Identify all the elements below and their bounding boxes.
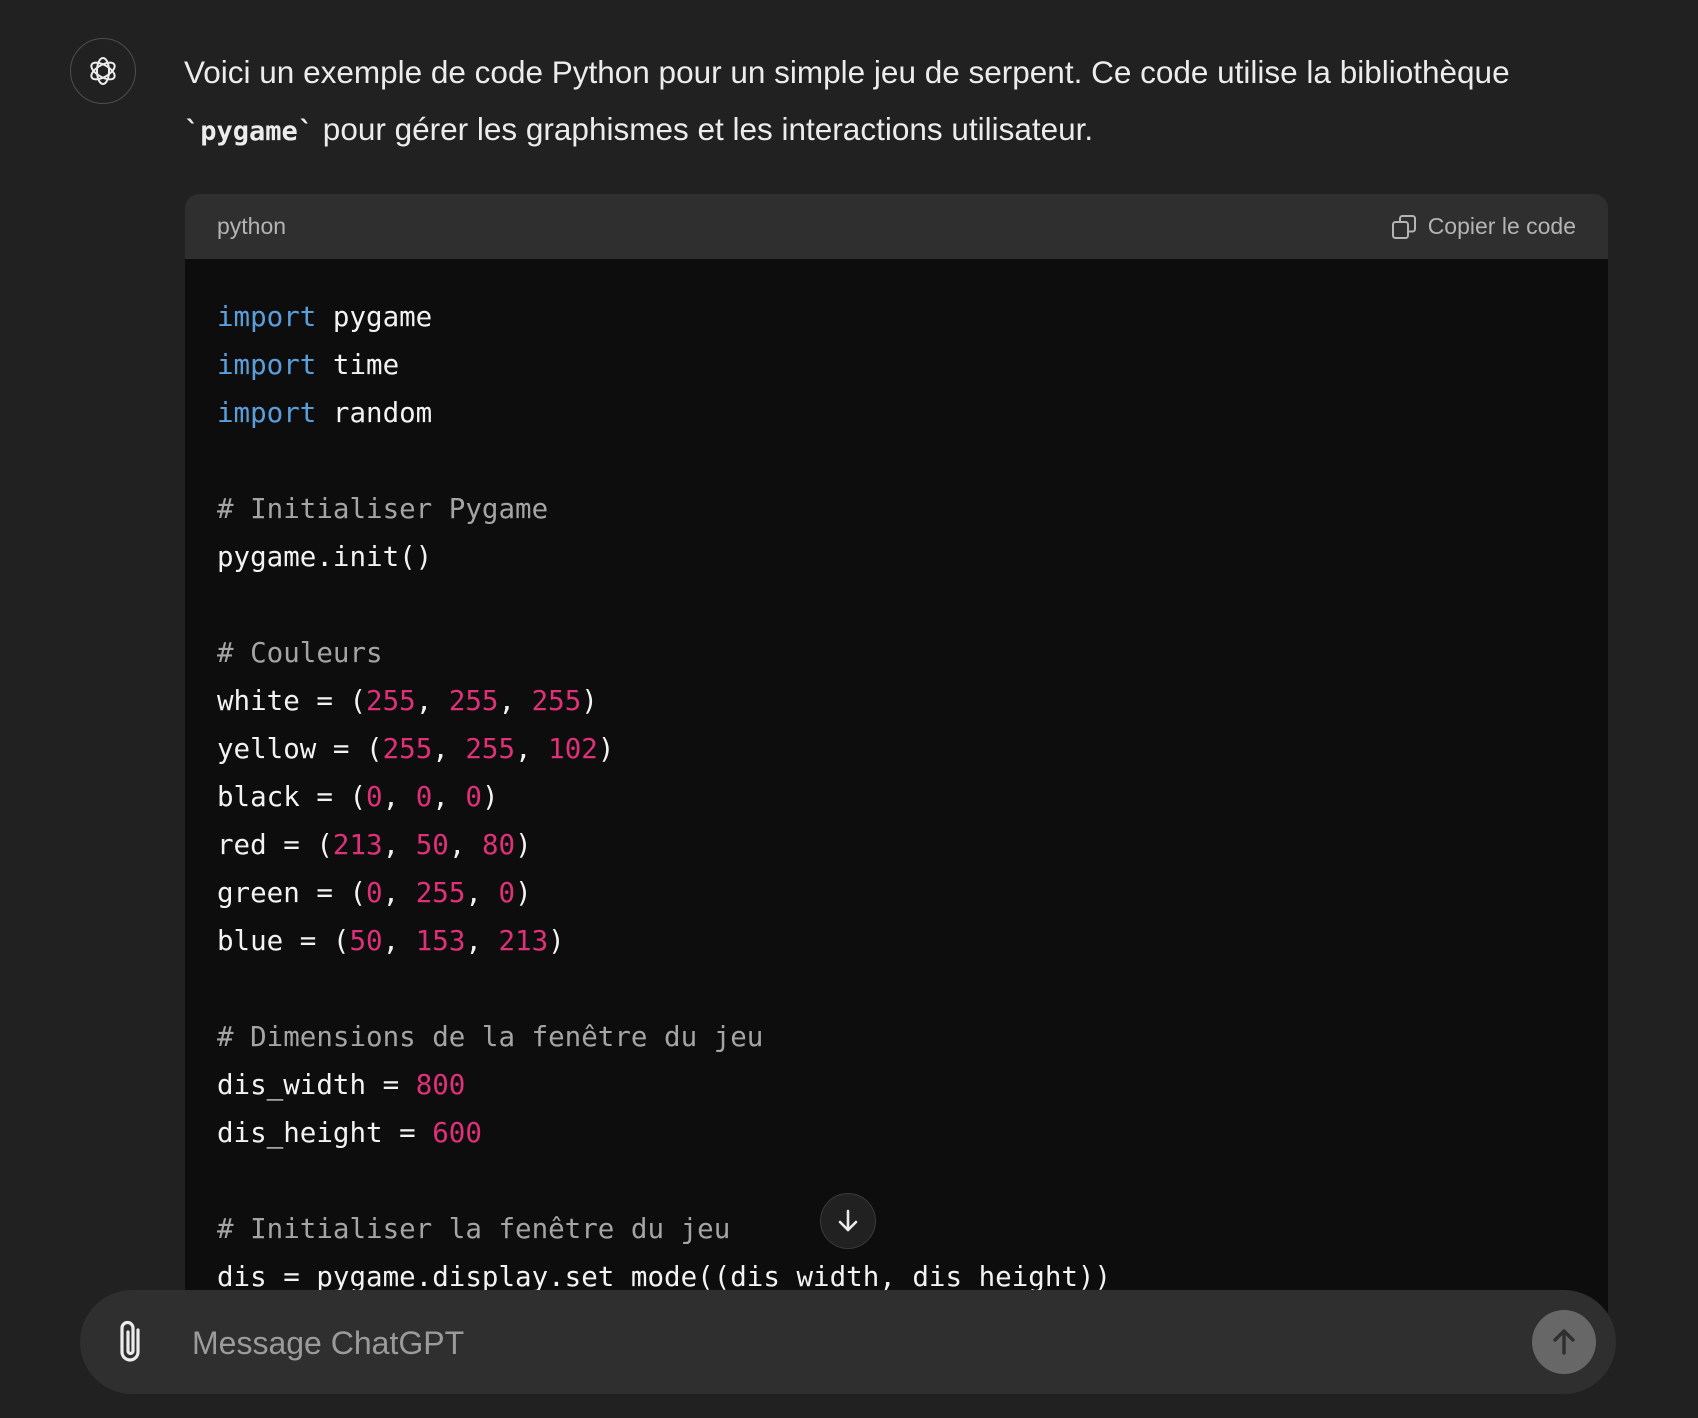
code-line: dis_height = 600: [217, 1109, 1576, 1157]
code-comment: # Initialiser Pygame: [217, 493, 549, 525]
scroll-to-bottom-button[interactable]: [820, 1193, 876, 1249]
code-number: 255: [366, 685, 416, 717]
message-text-part1: Voici un exemple de code Python pour un …: [184, 54, 1510, 90]
code-number: 0: [366, 877, 383, 909]
code-line: blue = (50, 153, 213): [217, 917, 1576, 965]
code-line: red = (213, 50, 80): [217, 821, 1576, 869]
message-input[interactable]: [190, 1312, 1444, 1374]
code-number: 213: [498, 925, 549, 957]
code-keyword: import: [217, 397, 317, 429]
code-number: 255: [448, 685, 499, 717]
code-block: python Copier le code import pygame impor…: [185, 194, 1608, 1324]
code-line: green = (0, 255, 0): [217, 869, 1576, 917]
code-number: 80: [481, 829, 516, 861]
send-button[interactable]: [1532, 1310, 1596, 1374]
code-text: ,: [498, 685, 532, 717]
copy-code-button[interactable]: Copier le code: [1390, 213, 1576, 241]
code-text: red = (: [217, 829, 333, 861]
code-number: 255: [382, 733, 433, 765]
copy-icon: [1391, 214, 1416, 239]
code-text: ,: [382, 877, 416, 909]
code-number: 0: [366, 781, 383, 813]
code-text: dis = pygame.display.set_mode((dis_width…: [217, 1261, 1112, 1293]
message-text-part2: pour gérer les graphismes et les interac…: [314, 111, 1094, 147]
code-number: 0: [498, 877, 516, 909]
code-text: ,: [448, 829, 482, 861]
code-number: 50: [349, 925, 383, 957]
openai-logo-icon: [90, 57, 116, 85]
code-line: pygame.init(): [217, 533, 1576, 581]
code-comment: # Couleurs: [217, 637, 383, 669]
code-line: # Couleurs: [217, 629, 1576, 677]
code-text: ,: [382, 781, 416, 813]
code-line: # Dimensions de la fenêtre du jeu: [217, 1013, 1576, 1061]
code-number: 255: [415, 877, 466, 909]
code-line: # Initialiser Pygame: [217, 485, 1576, 533]
code-keyword: import: [217, 301, 317, 333]
code-line: import pygame: [217, 293, 1576, 341]
code-text: ,: [432, 733, 466, 765]
code-text: black = (: [217, 781, 367, 813]
code-text: ,: [415, 685, 449, 717]
code-text: dis_height =: [217, 1117, 433, 1149]
code-text: ,: [465, 925, 499, 957]
code-number: 255: [531, 685, 582, 717]
code-header: python Copier le code: [185, 194, 1608, 259]
code-line: dis_width = 800: [217, 1061, 1576, 1109]
assistant-message: Voici un exemple de code Python pour un …: [184, 44, 1624, 160]
code-text: green = (: [217, 877, 367, 909]
paperclip-icon[interactable]: [112, 1318, 152, 1366]
code-language-label: python: [217, 213, 287, 239]
code-text: random: [316, 397, 433, 429]
code-line: # Initialiser la fenêtre du jeu: [217, 1205, 1576, 1253]
copy-code-label: Copier le code: [1427, 213, 1576, 239]
code-line: import time: [217, 341, 1576, 389]
code-comment: # Initialiser la fenêtre du jeu: [217, 1213, 731, 1245]
code-text: ,: [382, 829, 416, 861]
code-number: 600: [432, 1117, 482, 1149]
code-text: time: [316, 349, 400, 381]
code-text: ,: [465, 877, 499, 909]
code-number: 255: [465, 733, 516, 765]
code-text: pygame: [316, 301, 433, 333]
code-line: black = (0, 0, 0): [217, 773, 1576, 821]
code-text: ): [481, 781, 499, 813]
code-text: yellow = (: [217, 733, 383, 765]
code-text: ,: [382, 925, 416, 957]
code-text: ,: [432, 781, 466, 813]
code-text: ): [515, 877, 532, 909]
code-line: white = (255, 255, 255): [217, 677, 1576, 725]
code-number: 213: [332, 829, 383, 861]
code-number: 153: [415, 925, 466, 957]
code-number: 50: [415, 829, 449, 861]
code-number: 0: [465, 781, 482, 813]
message-composer: [80, 1290, 1616, 1394]
inline-code-pygame: `pygame`: [184, 116, 315, 147]
code-text: ): [548, 925, 565, 957]
code-text: ): [597, 733, 615, 765]
code-line: import random: [217, 389, 1576, 437]
code-keyword: import: [217, 349, 317, 381]
code-text: white = (: [217, 685, 367, 717]
code-text: ): [581, 685, 598, 717]
code-line: yellow = (255, 255, 102): [217, 725, 1576, 773]
assistant-avatar: [70, 38, 136, 104]
arrow-up-icon: [1553, 1329, 1575, 1355]
code-number: 800: [415, 1069, 466, 1101]
code-text: dis_width =: [217, 1069, 416, 1101]
code-number: 102: [548, 733, 598, 765]
code-text: ): [515, 829, 532, 861]
chat-page: Voici un exemple de code Python pour un …: [0, 0, 1698, 1418]
code-text: blue = (: [217, 925, 350, 957]
code-text: ,: [515, 733, 549, 765]
code-text: pygame.init(): [217, 541, 433, 573]
arrow-down-icon: [838, 1209, 858, 1232]
code-content: import pygame import time import random # I…: [185, 259, 1608, 1301]
code-comment: # Dimensions de la fenêtre du jeu: [217, 1021, 764, 1053]
code-number: 0: [415, 781, 433, 813]
